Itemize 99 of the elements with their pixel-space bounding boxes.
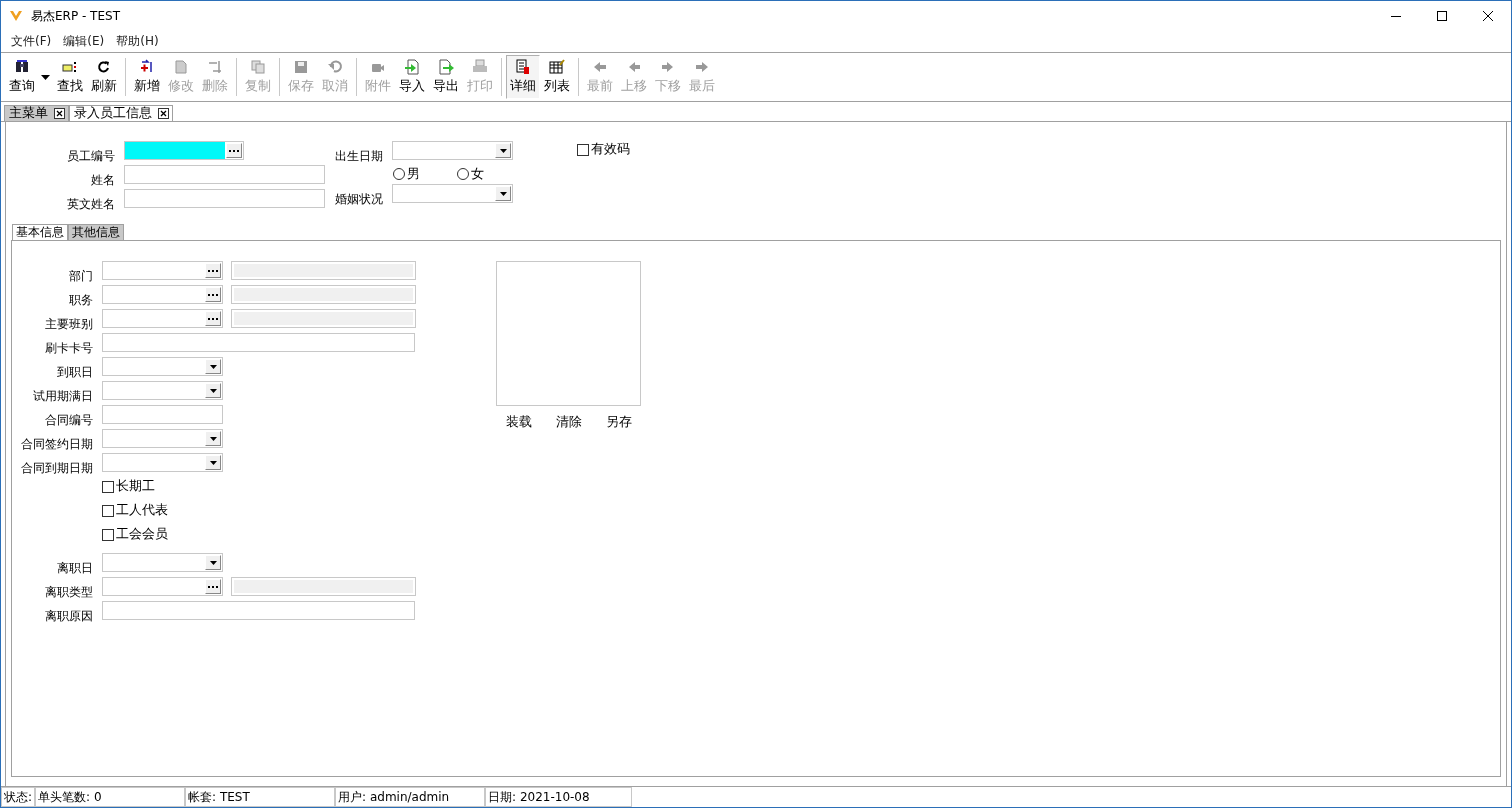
toolbar-button[interactable]: 列表 bbox=[540, 55, 574, 99]
field-label: 部门 bbox=[68, 269, 93, 284]
import-icon bbox=[404, 59, 420, 75]
dropdown-button[interactable] bbox=[205, 383, 221, 398]
caret-icon bbox=[499, 148, 507, 153]
caret-icon bbox=[209, 364, 217, 369]
caret-icon bbox=[499, 191, 507, 196]
ellipsis-icon bbox=[229, 149, 239, 152]
field-label: 合同到期日期 bbox=[20, 461, 93, 476]
refresh-icon bbox=[96, 59, 112, 75]
field-label: 合同签约日期 bbox=[20, 437, 93, 452]
binoculars-icon bbox=[14, 59, 30, 75]
dropdown-button[interactable] bbox=[495, 143, 511, 158]
ellipsis-button[interactable] bbox=[205, 287, 221, 302]
input-field[interactable] bbox=[124, 189, 325, 208]
dropdown-button[interactable] bbox=[205, 555, 221, 570]
caret-icon bbox=[209, 388, 217, 393]
field-label: 离职原因 bbox=[44, 609, 93, 624]
lookup-field[interactable] bbox=[102, 261, 223, 280]
lookup-field[interactable] bbox=[102, 285, 223, 304]
ellipsis-button[interactable] bbox=[226, 143, 242, 158]
lookup-field[interactable] bbox=[124, 141, 244, 160]
checkbox[interactable]: 工人代表 bbox=[102, 502, 168, 519]
field-label: 婚姻状况 bbox=[335, 192, 383, 207]
dropdown-button[interactable] bbox=[205, 359, 221, 374]
arrow-icon bbox=[592, 59, 608, 75]
dropdown-button[interactable] bbox=[205, 455, 221, 470]
document-icon bbox=[173, 59, 189, 75]
caret-icon bbox=[209, 460, 217, 465]
input-field[interactable] bbox=[124, 165, 325, 184]
field-label: 出生日期 bbox=[335, 149, 383, 164]
minimize-button[interactable] bbox=[1391, 15, 1401, 17]
status-field: 用户: admin/admin bbox=[335, 787, 486, 807]
status-field: 帐套: TEST bbox=[185, 787, 336, 807]
list-icon bbox=[549, 59, 565, 75]
field-label: 姓名 bbox=[90, 173, 115, 188]
ellipsis-button[interactable] bbox=[205, 311, 221, 326]
caret-icon bbox=[209, 560, 217, 565]
plus-icon bbox=[139, 59, 155, 75]
lookup-field[interactable] bbox=[102, 577, 223, 596]
checkbox[interactable]: 长期工 bbox=[102, 478, 155, 495]
caret-icon bbox=[209, 436, 217, 441]
app-logo-icon bbox=[10, 10, 22, 22]
toolbar-button[interactable]: 新增 bbox=[130, 55, 164, 99]
toolbar-button[interactable]: 查找 bbox=[53, 55, 87, 99]
toolbar-button[interactable]: 导出 bbox=[429, 55, 463, 99]
maximize-button[interactable] bbox=[1437, 11, 1447, 21]
radio-button[interactable]: 女 bbox=[457, 164, 484, 184]
input-field[interactable] bbox=[102, 405, 223, 424]
status-field: 单头笔数: 0 bbox=[35, 787, 186, 807]
checkbox[interactable]: 工会会员 bbox=[102, 526, 168, 543]
ellipsis-icon bbox=[208, 293, 218, 296]
input-field[interactable] bbox=[102, 333, 415, 352]
field-label: 主要班别 bbox=[44, 317, 93, 332]
undo-icon bbox=[327, 59, 343, 75]
field-label: 到职日 bbox=[56, 365, 93, 380]
close-icon[interactable] bbox=[54, 108, 65, 119]
toolbar-button[interactable]: 刷新 bbox=[87, 55, 121, 99]
detail-icon bbox=[515, 59, 531, 75]
lookup-field[interactable] bbox=[102, 309, 223, 328]
field-label: 员工编号 bbox=[66, 149, 115, 164]
tab[interactable]: 基本信息 bbox=[12, 224, 68, 240]
radio-button[interactable]: 男 bbox=[393, 164, 420, 184]
photo-button[interactable]: 装载 bbox=[506, 414, 532, 431]
toolbar-button[interactable]: 查询 bbox=[5, 55, 39, 99]
close-button[interactable] bbox=[1483, 11, 1493, 21]
document-tab[interactable]: 录入员工信息 bbox=[69, 105, 173, 121]
tab[interactable]: 其他信息 bbox=[68, 224, 124, 240]
copy-icon bbox=[250, 59, 266, 75]
export-icon bbox=[438, 59, 454, 75]
ellipsis-button[interactable] bbox=[205, 579, 221, 594]
close-icon[interactable] bbox=[158, 108, 169, 119]
arrow-icon bbox=[694, 59, 710, 75]
ellipsis-icon bbox=[208, 269, 218, 272]
field-label: 英文姓名 bbox=[66, 197, 115, 212]
menu-item[interactable]: 编辑(E) bbox=[58, 32, 110, 50]
field-label: 职务 bbox=[68, 293, 93, 308]
status-field: 状态: bbox=[1, 787, 36, 807]
toolbar-button[interactable]: 导入 bbox=[395, 55, 429, 99]
photo-button[interactable]: 清除 bbox=[556, 414, 582, 431]
menu-item[interactable]: 帮助(H) bbox=[111, 32, 164, 50]
checkbox[interactable]: 有效码 bbox=[577, 141, 630, 158]
field-label: 离职类型 bbox=[44, 585, 93, 600]
photo-button[interactable]: 另存 bbox=[606, 414, 632, 431]
field-label: 刷卡卡号 bbox=[44, 341, 93, 356]
ellipsis-button[interactable] bbox=[205, 263, 221, 278]
input-field[interactable] bbox=[102, 601, 415, 620]
document-tab[interactable]: 主菜单 bbox=[4, 105, 69, 121]
window-title: 易杰ERP - TEST bbox=[31, 7, 120, 25]
ellipsis-icon bbox=[208, 585, 218, 588]
field-label: 合同编号 bbox=[44, 413, 93, 428]
dropdown-button[interactable] bbox=[495, 186, 511, 201]
menu-item[interactable]: 文件(F) bbox=[6, 32, 57, 50]
field-label: 离职日 bbox=[56, 561, 93, 576]
ellipsis-icon bbox=[208, 317, 218, 320]
field-label: 试用期满日 bbox=[32, 389, 93, 404]
toolbar-button[interactable]: 详细 bbox=[506, 55, 540, 99]
dropdown-button[interactable] bbox=[205, 431, 221, 446]
printer-icon bbox=[472, 59, 488, 75]
